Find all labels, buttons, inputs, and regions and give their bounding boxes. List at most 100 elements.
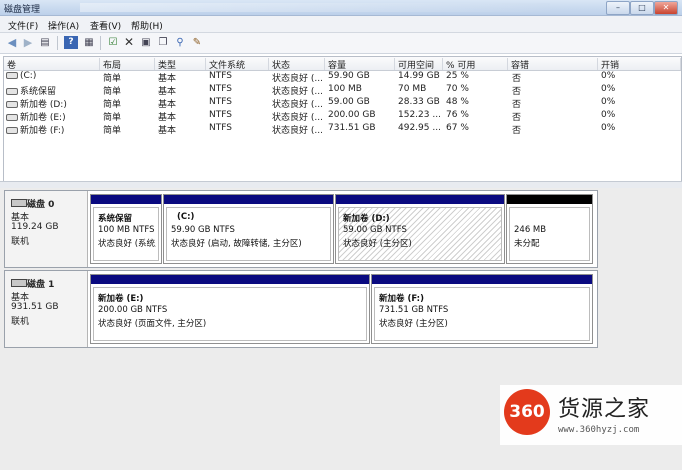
back-icon[interactable]: ◀ [5, 36, 19, 49]
partition-d[interactable]: 新加卷 (D:) 59.00 GB NTFS 状态良好 (主分区) [335, 194, 505, 264]
partition-status: 状态良好 (主分区) [343, 239, 412, 249]
row-overhead-cell: 0% [601, 71, 616, 81]
forward-icon[interactable]: ▶ [21, 36, 35, 49]
table-row[interactable]: 系统保留 简单 基本 NTFS 状态良好 (... 100 MB 70 MB 7… [4, 84, 681, 97]
help-icon[interactable]: ? [64, 36, 78, 49]
row-status-cell: 状态良好 (... [272, 113, 323, 123]
row-free-cell: 28.33 GB [398, 97, 440, 107]
column-overhead[interactable]: 开销 [598, 58, 681, 71]
row-status-cell: 状态良好 (... [272, 100, 323, 110]
row-free-cell: 70 MB [398, 84, 427, 94]
row-percent-cell: 25 % [446, 71, 469, 81]
column-percent-free[interactable]: % 可用 [443, 58, 508, 71]
partition-body: 新加卷 (E:) 200.00 GB NTFS 状态良好 (页面文件, 主分区) [93, 287, 367, 341]
row-fault-cell: 否 [512, 87, 522, 97]
menu-help[interactable]: 帮助(H) [131, 19, 163, 32]
column-filesystem[interactable]: 文件系统 [206, 58, 269, 71]
partition-body: 新加卷 (F:) 731.51 GB NTFS 状态良好 (主分区) [374, 287, 590, 341]
partition-f[interactable]: 新加卷 (F:) 731.51 GB NTFS 状态良好 (主分区) [371, 274, 593, 344]
disk-0-panel: 磁盘 0 基本 119.24 GB 联机 系统保留 100 MB NTFS 状态… [4, 190, 598, 268]
row-type-cell: 基本 [158, 126, 177, 136]
partition-size: 731.51 GB NTFS [379, 305, 449, 315]
partition-band [91, 195, 161, 204]
disk-size: 931.51 GB [11, 302, 59, 312]
volume-list-header: 卷 布局 类型 文件系统 状态 容量 可用空间 % 可用 容错 开销 [4, 57, 681, 71]
watermark: 360 货源之家 www.360hyzj.com [500, 385, 682, 445]
disk-status: 联机 [11, 237, 30, 247]
row-filesystem-cell: NTFS [209, 123, 232, 133]
minimize-button[interactable]: – [606, 1, 630, 15]
disk-size: 119.24 GB [11, 222, 59, 232]
partition-size: 246 MB [514, 225, 547, 235]
row-filesystem-cell: NTFS [209, 84, 232, 94]
row-filesystem-cell: NTFS [209, 97, 232, 107]
disk-0-info[interactable]: 磁盘 0 基本 119.24 GB 联机 [5, 191, 88, 267]
window-title: 磁盘管理 [4, 5, 41, 15]
copy-icon[interactable]: ❐ [156, 36, 170, 49]
disk-name: 磁盘 0 [27, 200, 55, 210]
menu-action[interactable]: 操作(A) [48, 19, 79, 32]
row-percent-cell: 76 % [446, 110, 469, 120]
volume-icon [6, 72, 18, 79]
table-row[interactable]: 新加卷 (E:) 简单 基本 NTFS 状态良好 (... 200.00 GB … [4, 110, 681, 123]
row-status-cell: 状态良好 (... [272, 126, 323, 136]
table-row[interactable]: (C:) 简单 基本 NTFS 状态良好 (... 59.90 GB 14.99… [4, 71, 681, 84]
disk-icon [11, 199, 27, 207]
row-capacity-cell: 100 MB [328, 84, 362, 94]
column-free-space[interactable]: 可用空间 [395, 58, 443, 71]
row-status-cell: 状态良好 (... [272, 87, 323, 97]
row-fault-cell: 否 [512, 74, 522, 84]
partition-body: 系统保留 100 MB NTFS 状态良好 (系统, [93, 207, 159, 261]
partition-title: 新加卷 (D:) [343, 214, 390, 224]
row-layout-cell: 简单 [103, 100, 122, 110]
partition-c[interactable]: (C:) 59.90 GB NTFS 状态良好 (启动, 故障转储, 主分区) [163, 194, 334, 264]
search-icon[interactable]: ⚲ [173, 36, 187, 49]
partition-band [164, 195, 333, 204]
menu-bar: 文件(F) 操作(A) 查看(V) 帮助(H) [0, 16, 682, 33]
disk-1-info[interactable]: 磁盘 1 基本 931.51 GB 联机 [5, 271, 88, 347]
help-book-icon[interactable]: ✎ [190, 36, 204, 49]
list-icon[interactable]: ▦ [82, 36, 96, 49]
close-icon: ✕ [662, 3, 670, 12]
partition-title: (C:) [177, 212, 195, 222]
close-button[interactable]: ✕ [654, 1, 678, 15]
table-row[interactable]: 新加卷 (D:) 简单 基本 NTFS 状态良好 (... 59.00 GB 2… [4, 97, 681, 110]
column-capacity[interactable]: 容量 [325, 58, 395, 71]
menu-file[interactable]: 文件(F) [8, 19, 38, 32]
row-percent-cell: 67 % [446, 123, 469, 133]
minimize-icon: – [616, 3, 620, 12]
maximize-button[interactable]: □ [630, 1, 654, 15]
partition-size: 59.00 GB NTFS [343, 225, 407, 235]
delete-icon[interactable]: ✕ [122, 36, 136, 49]
partition-status: 状态良好 (主分区) [379, 319, 448, 329]
column-type[interactable]: 类型 [155, 58, 206, 71]
row-layout-cell: 简单 [103, 87, 122, 97]
row-layout-cell: 简单 [103, 126, 122, 136]
partition-body-selected: 新加卷 (D:) 59.00 GB NTFS 状态良好 (主分区) [338, 207, 502, 261]
row-layout-cell: 简单 [103, 113, 122, 123]
properties-icon[interactable]: ☑ [106, 36, 120, 49]
disk-icon [11, 279, 27, 287]
partition-status: 状态良好 (启动, 故障转储, 主分区) [171, 239, 302, 249]
partition-unallocated[interactable]: 246 MB 未分配 [506, 194, 593, 264]
title-bar: 磁盘管理 – □ ✕ [0, 0, 682, 16]
row-capacity-cell: 59.90 GB [328, 71, 370, 81]
partition-body: (C:) 59.90 GB NTFS 状态良好 (启动, 故障转储, 主分区) [166, 207, 331, 261]
partition-e[interactable]: 新加卷 (E:) 200.00 GB NTFS 状态良好 (页面文件, 主分区) [90, 274, 370, 344]
watermark-url: www.360hyzj.com [558, 425, 640, 435]
row-filesystem-cell: NTFS [209, 71, 232, 81]
column-fault-tolerance[interactable]: 容错 [508, 58, 598, 71]
disk-name: 磁盘 1 [27, 280, 55, 290]
panel-icon[interactable]: ▤ [38, 36, 52, 49]
column-status[interactable]: 状态 [269, 58, 325, 71]
column-layout[interactable]: 布局 [100, 58, 155, 71]
table-row[interactable]: 新加卷 (F:) 简单 基本 NTFS 状态良好 (... 731.51 GB … [4, 123, 681, 136]
menu-view[interactable]: 查看(V) [90, 19, 121, 32]
row-type-cell: 基本 [158, 74, 177, 84]
toolbar-separator [57, 36, 58, 50]
row-percent-cell: 70 % [446, 84, 469, 94]
column-volume[interactable]: 卷 [4, 58, 100, 71]
partition-system-reserved[interactable]: 系统保留 100 MB NTFS 状态良好 (系统, [90, 194, 162, 264]
row-type-cell: 基本 [158, 100, 177, 110]
open-icon[interactable]: ▣ [139, 36, 153, 49]
